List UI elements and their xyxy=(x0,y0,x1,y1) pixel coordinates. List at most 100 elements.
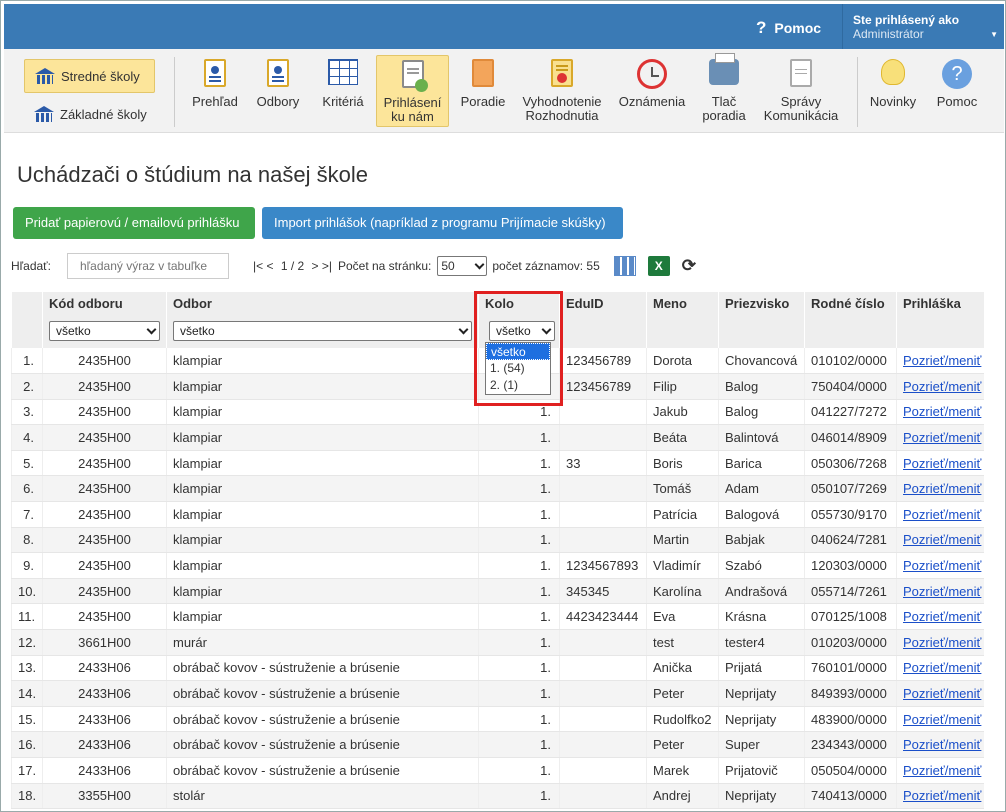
ribbon-label: Komunikácia xyxy=(763,108,839,123)
pager-first-prev[interactable]: |< < xyxy=(253,259,273,273)
ribbon-messages[interactable]: Správy Komunikácia xyxy=(756,55,846,127)
ribbon-label: Tlač xyxy=(711,94,737,109)
view-edit-link[interactable]: Pozrieť/meniť xyxy=(903,609,981,624)
cell-code: 2435H00 xyxy=(42,348,167,375)
ribbon-overview[interactable]: Prehľad xyxy=(187,55,243,127)
refresh-icon[interactable]: ⟳ xyxy=(682,256,696,276)
cell-round: 1. xyxy=(478,603,560,631)
col-header-birthnumber[interactable]: Rodné číslo xyxy=(804,292,897,348)
view-edit-link[interactable]: Pozrieť/meniť xyxy=(903,584,981,599)
cell-field: klampiar xyxy=(166,552,479,579)
col-header-label: Meno xyxy=(653,296,687,311)
view-edit-link[interactable]: Pozrieť/meniť xyxy=(903,660,981,675)
search-input[interactable] xyxy=(67,253,229,279)
ribbon-label: poradia xyxy=(702,108,746,123)
add-application-button[interactable]: Pridať papierovú / emailovú prihlášku xyxy=(13,207,255,239)
ribbon-help[interactable]: ? Pomoc xyxy=(929,55,985,127)
cell-field: klampiar xyxy=(166,424,479,451)
view-edit-link[interactable]: Pozrieť/meniť xyxy=(903,686,981,701)
cell-code: 3355H00 xyxy=(42,783,167,810)
view-edit-link[interactable]: Pozrieť/meniť xyxy=(903,404,981,419)
col-header-lastname[interactable]: Priezvisko xyxy=(718,292,805,348)
table-row: 11. 2435H00 klampiar 1. 4423423444 Eva Krásna 0… xyxy=(11,603,984,631)
view-edit-link[interactable]: Pozrieť/meniť xyxy=(903,788,981,803)
view-edit-link[interactable]: Pozrieť/meniť xyxy=(903,635,981,650)
cell-firstname: Tomáš xyxy=(646,475,719,503)
cell-field: klampiar xyxy=(166,527,479,554)
cell-field: obrábač kovov - sústruženie a brúsenie xyxy=(166,706,479,733)
ribbon-ranking[interactable]: Poradie xyxy=(456,55,510,127)
view-edit-link[interactable]: Pozrieť/meniť xyxy=(903,532,981,547)
cell-round: 1. xyxy=(478,501,560,528)
cell-birthnumber: 120303/0000 xyxy=(804,552,897,579)
pager-next-last[interactable]: > >| xyxy=(312,259,332,273)
cell-application: Pozrieť/meniť xyxy=(896,348,984,375)
cell-birthnumber: 234343/0000 xyxy=(804,731,897,758)
cell-lastname: Neprijaty xyxy=(718,783,805,810)
col-header-label: Kód odboru xyxy=(49,296,123,311)
ribbon-criteria[interactable]: Kritériá xyxy=(314,55,372,127)
filter-field-select[interactable]: všetko xyxy=(173,321,472,341)
filter-value: všetko xyxy=(56,324,91,338)
cell-lastname: Chovancová xyxy=(718,348,805,375)
cell-round: 1. xyxy=(478,552,560,579)
cell-field: obrábač kovov - sústruženie a brúsenie xyxy=(166,655,479,682)
filter-round-select[interactable]: všetko xyxy=(489,321,555,341)
ribbon-fields[interactable]: Odbory xyxy=(252,55,304,127)
table-row: 7. 2435H00 klampiar 1. Patrícia Balogová 05573… xyxy=(11,501,984,528)
user-menu[interactable]: Ste prihlásený ako Administrátor ▼ xyxy=(842,4,1004,49)
cell-firstname: Martin xyxy=(646,527,719,554)
pager: |< < 1 / 2 > >| xyxy=(253,259,332,273)
round-option-1[interactable]: 1. (54) xyxy=(486,360,550,377)
view-edit-link[interactable]: Pozrieť/meniť xyxy=(903,353,981,368)
ribbon-label: Poradie xyxy=(460,94,506,109)
cell-eduid: 345345 xyxy=(559,578,647,605)
school-tab-secondary[interactable]: Stredné školy xyxy=(24,59,155,93)
view-edit-link[interactable]: Pozrieť/meniť xyxy=(903,712,981,727)
ribbon-print[interactable]: Tlač poradia xyxy=(699,53,749,127)
row-index: 11. xyxy=(11,603,43,631)
view-edit-link[interactable]: Pozrieť/meniť xyxy=(903,379,981,394)
per-page-value: 50 xyxy=(441,259,455,273)
filter-code-select[interactable]: všetko xyxy=(49,321,160,341)
round-option-all[interactable]: všetko xyxy=(486,343,550,360)
import-applications-button[interactable]: Import prihlášok (napríklad z programu P… xyxy=(262,207,623,239)
per-page-select[interactable]: 50 xyxy=(437,256,488,276)
row-index: 6. xyxy=(11,475,43,503)
ranking-warning-icon xyxy=(468,59,498,91)
col-header-field[interactable]: Odbor všetko xyxy=(166,292,479,348)
row-index: 4. xyxy=(11,424,43,451)
school-tab-elementary[interactable]: Základné školy xyxy=(24,97,155,131)
cell-round: 1. xyxy=(478,527,560,554)
view-edit-link[interactable]: Pozrieť/meniť xyxy=(903,763,981,778)
ribbon-label: Kritériá xyxy=(322,94,364,109)
top-bar: ? Pomoc Ste prihlásený ako Administrátor… xyxy=(4,4,1004,49)
cell-birthnumber: 050306/7268 xyxy=(804,450,897,477)
ribbon-applicants[interactable]: Prihlásení ku nám xyxy=(376,55,449,127)
cell-eduid xyxy=(559,655,647,682)
cell-firstname: Dorota xyxy=(646,348,719,375)
criteria-grid-icon xyxy=(328,59,358,91)
view-edit-link[interactable]: Pozrieť/meniť xyxy=(903,507,981,522)
excel-export-icon[interactable]: X xyxy=(647,256,670,276)
ribbon-news[interactable]: Novinky xyxy=(865,55,921,127)
col-header-firstname[interactable]: Meno xyxy=(646,292,719,348)
view-edit-link[interactable]: Pozrieť/meniť xyxy=(903,481,981,496)
col-header-eduid[interactable]: EduID xyxy=(559,292,647,348)
ribbon-label: ku nám xyxy=(391,109,434,124)
cell-birthnumber: 050107/7269 xyxy=(804,475,897,503)
col-header-code[interactable]: Kód odboru všetko xyxy=(42,292,167,348)
col-header-label: Kolo xyxy=(485,296,514,311)
table-row: 14. 2433H06 obrábač kovov - sústruženie a … xyxy=(11,680,984,707)
round-option-2[interactable]: 2. (1) xyxy=(486,377,550,394)
view-edit-link[interactable]: Pozrieť/meniť xyxy=(903,558,981,573)
ribbon-notices[interactable]: Oznámenia xyxy=(615,55,689,127)
ribbon-evaluation[interactable]: Vyhodnotenie Rozhodnutia xyxy=(518,55,606,127)
col-header-round[interactable]: Kolo všetko xyxy=(478,292,560,348)
cell-round: 1. xyxy=(478,731,560,758)
view-edit-link[interactable]: Pozrieť/meniť xyxy=(903,456,981,471)
view-edit-link[interactable]: Pozrieť/meniť xyxy=(903,430,981,445)
columns-icon[interactable] xyxy=(613,256,636,276)
help-link[interactable]: ? Pomoc xyxy=(756,18,821,38)
view-edit-link[interactable]: Pozrieť/meniť xyxy=(903,737,981,752)
